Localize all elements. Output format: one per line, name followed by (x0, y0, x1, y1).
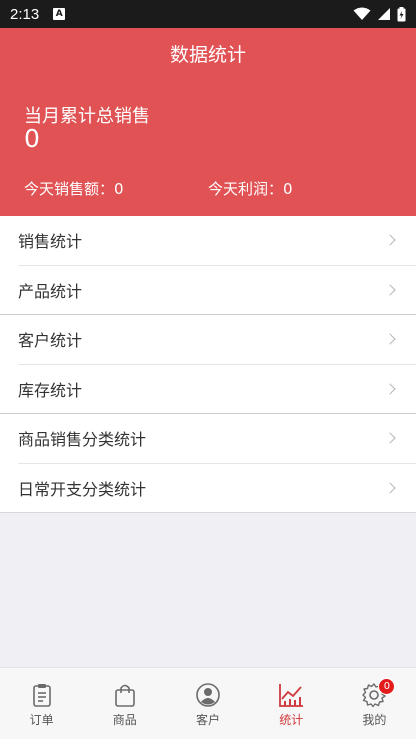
status-time: 2:13 (10, 5, 40, 23)
chevron-right-icon (384, 482, 396, 494)
menu-item-customer-stats[interactable]: 客户统计 (0, 315, 416, 364)
chevron-right-icon (384, 234, 396, 246)
tab-me[interactable]: 0 我的 (333, 668, 416, 739)
signal-icon (378, 8, 390, 20)
battery-icon (397, 6, 406, 21)
tab-label: 统计 (279, 713, 304, 727)
page-title: 数据统计 (169, 44, 246, 66)
shopping-bag-icon (114, 684, 135, 707)
menu-item-inventory-stats[interactable]: 库存统计 (0, 365, 416, 414)
chevron-right-icon (384, 284, 396, 296)
today-sales: 今天销售额：0 (24, 180, 124, 198)
menu-item-sales-stats[interactable]: 销售统计 (0, 216, 416, 265)
tab-orders[interactable]: 订单 (0, 668, 83, 739)
chevron-right-icon (384, 383, 396, 395)
menu-item-category-sales-stats[interactable]: 商品销售分类统计 (0, 414, 416, 463)
wifi-icon (353, 7, 371, 20)
menu-item-label: 客户统计 (18, 331, 83, 351)
menu-item-label: 日常开支分类统计 (18, 479, 147, 499)
clipboard-icon (32, 684, 51, 707)
tab-label: 商品 (112, 713, 137, 727)
menu-item-label: 库存统计 (18, 380, 83, 400)
tab-label: 客户 (196, 713, 221, 727)
menu-item-label: 销售统计 (18, 232, 83, 252)
today-profit: 今天利润：0 (208, 180, 293, 198)
notification-icon: A (53, 8, 66, 20)
notification-badge: 0 (378, 678, 396, 695)
status-bar: 2:13 A (0, 0, 416, 28)
tab-products[interactable]: 商品 (83, 668, 166, 739)
menu-item-product-stats[interactable]: 产品统计 (0, 266, 416, 315)
tab-label: 我的 (362, 713, 387, 727)
chevron-right-icon (384, 333, 396, 345)
bottom-tab-bar: 订单 商品 客户 统计 0 我的 (0, 667, 416, 739)
stats-header: 数据统计 当月累计总销售 0 今天销售额：0 今天利润：0 (0, 28, 416, 216)
user-icon (196, 683, 220, 707)
stats-menu: 销售统计 产品统计 客户统计 库存统计 商品销售分类统计 日常开支分类统计 (0, 216, 416, 513)
menu-item-expense-category-stats[interactable]: 日常开支分类统计 (0, 464, 416, 513)
chevron-right-icon (384, 432, 396, 444)
status-icons (353, 6, 406, 22)
monthly-total-value: 0 (24, 124, 40, 153)
monthly-total-label: 当月累计总销售 (24, 106, 150, 127)
menu-item-label: 产品统计 (18, 281, 83, 301)
tab-customers[interactable]: 客户 (166, 668, 249, 739)
menu-item-label: 商品销售分类统计 (18, 430, 147, 450)
tab-label: 订单 (29, 713, 54, 727)
tab-statistics[interactable]: 统计 (250, 668, 333, 739)
chart-icon (279, 684, 304, 707)
